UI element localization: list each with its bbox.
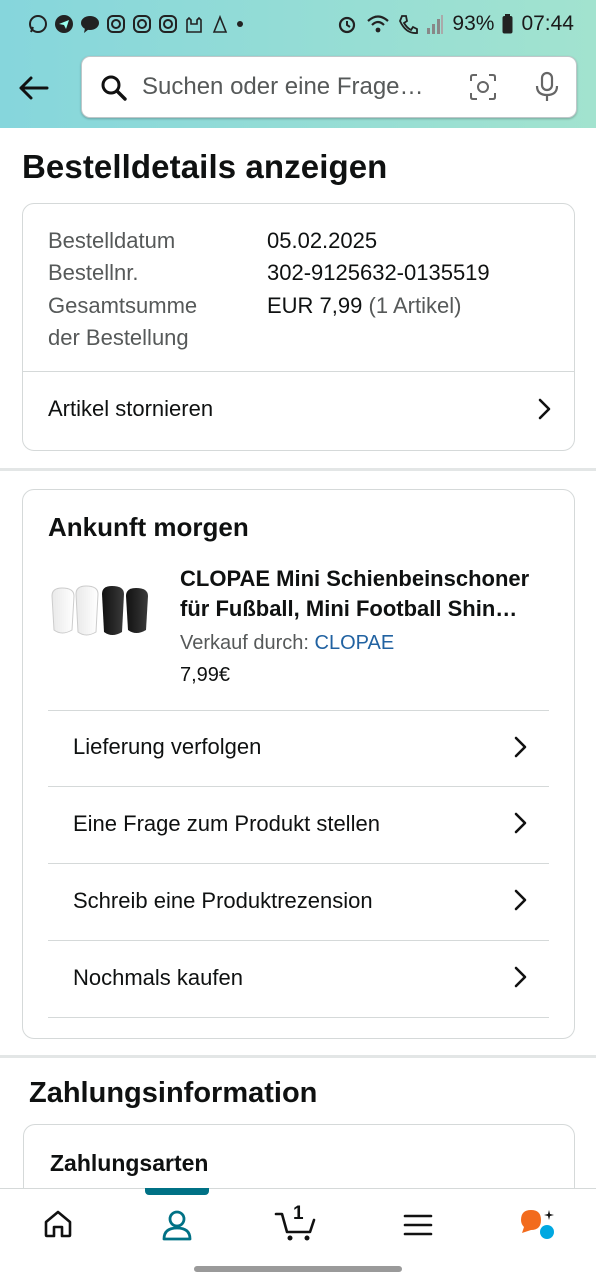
- account-icon[interactable]: [160, 1208, 194, 1242]
- action-write-review[interactable]: Schreib eine Produktrezension: [48, 864, 549, 941]
- seller-link[interactable]: CLOPAE: [315, 632, 395, 654]
- order-date-label: Bestelldatum: [48, 228, 176, 253]
- payment-methods-label: Zahlungsarten: [50, 1150, 209, 1176]
- chevron-right-icon: [538, 398, 551, 420]
- product-price: 7,99€: [180, 664, 231, 686]
- telegram-icon: [55, 15, 73, 33]
- search-bar[interactable]: Suchen oder eine Frage…: [81, 56, 577, 118]
- menu-icon[interactable]: [403, 1212, 433, 1238]
- notification-icons: [28, 14, 244, 34]
- cancel-items-row[interactable]: Artikel stornieren: [23, 372, 574, 450]
- wifi-icon: [367, 15, 390, 33]
- search-input[interactable]: Suchen oder eine Frage…: [142, 73, 424, 101]
- shipment-heading: Ankunft morgen: [48, 512, 249, 542]
- microphone-icon[interactable]: [532, 71, 562, 103]
- action-ask-question[interactable]: Eine Frage zum Produkt stellen: [48, 787, 549, 864]
- whatsapp-icon: [29, 15, 47, 33]
- order-total-label: Gesamtsumme: [48, 293, 198, 318]
- home-icon[interactable]: [42, 1208, 74, 1240]
- castle-icon: [186, 16, 202, 33]
- order-date-value: 05.02.2025: [267, 228, 378, 253]
- section-separator: [0, 468, 596, 471]
- instagram-icon: [159, 15, 177, 33]
- payment-heading: Zahlungsinformation: [29, 1077, 318, 1109]
- chevron-right-icon: [514, 889, 527, 911]
- instagram-icon: [107, 15, 125, 33]
- order-total-value: EUR 7,99 (1 Artikel): [267, 293, 461, 319]
- call-icon: [399, 15, 419, 34]
- product-image[interactable]: [48, 582, 158, 642]
- status-bar: 93% 07:44: [0, 0, 596, 54]
- back-arrow-icon[interactable]: [14, 68, 54, 108]
- rufus-assistant-icon[interactable]: [518, 1206, 558, 1242]
- product-title-line1: CLOPAE Mini Schienbeinschoner: [180, 566, 530, 591]
- alarm-icon: [339, 16, 356, 34]
- action-track-delivery[interactable]: Lieferung verfolgen: [48, 711, 549, 787]
- chat-icon: [81, 16, 99, 33]
- clock: 07:44: [521, 12, 574, 35]
- action-label: Nochmals kaufen: [73, 965, 243, 990]
- camera-search-icon[interactable]: [468, 72, 498, 102]
- action-label: Schreib eine Produktrezension: [73, 888, 373, 913]
- system-status: 93% 07:44: [336, 12, 574, 36]
- section-separator: [0, 1055, 596, 1058]
- order-number-label: Bestellnr.: [48, 260, 139, 285]
- action-label: Eine Frage zum Produkt stellen: [73, 811, 380, 836]
- order-total-amount: EUR 7,99: [267, 293, 363, 318]
- gesture-handle[interactable]: [194, 1266, 402, 1272]
- order-total-label-line2: der Bestellung: [48, 325, 189, 350]
- landmark-icon: [212, 14, 228, 33]
- product-title[interactable]: CLOPAE Mini Schienbeinschoner für Fußbal…: [180, 564, 560, 624]
- action-buy-again[interactable]: Nochmals kaufen: [48, 941, 549, 1018]
- chevron-right-icon: [514, 736, 527, 758]
- search-icon: [101, 75, 127, 101]
- active-tab-indicator: [145, 1188, 209, 1195]
- instagram-icon: [133, 15, 151, 33]
- order-item-count: (1 Artikel): [368, 293, 462, 318]
- more-dot-icon: [237, 21, 243, 27]
- cancel-items-label: Artikel stornieren: [48, 396, 214, 421]
- product-title-line2: für Fußball, Mini Football Shin…: [180, 596, 518, 621]
- battery-icon: [502, 14, 513, 34]
- battery-percentage: 93%: [452, 12, 495, 35]
- cart-count-badge: 1: [293, 1203, 304, 1224]
- order-number-value: 302-9125632-0135519: [267, 260, 490, 285]
- seller-label: Verkauf durch:: [180, 632, 309, 654]
- chevron-right-icon: [514, 812, 527, 834]
- action-label: Lieferung verfolgen: [73, 734, 262, 759]
- signal-icon: [427, 15, 444, 34]
- chevron-right-icon: [514, 966, 527, 988]
- page-title: Bestelldetails anzeigen: [22, 148, 388, 185]
- seller-info: Verkauf durch: CLOPAE: [180, 632, 394, 655]
- divider: [48, 1017, 549, 1018]
